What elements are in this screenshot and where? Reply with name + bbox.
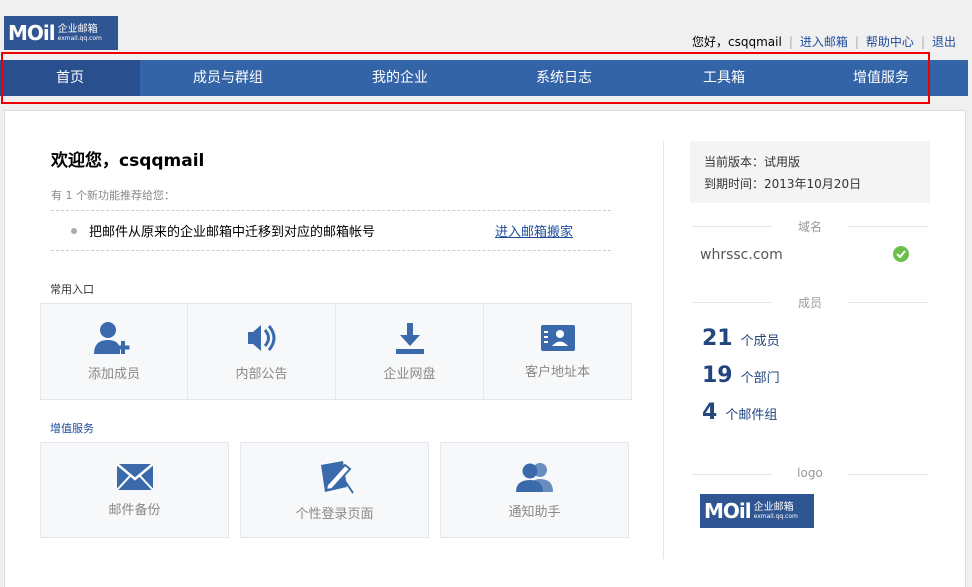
netdisk-tile[interactable]: 企业网盘 <box>336 303 484 400</box>
contact-card-icon <box>540 325 575 351</box>
department-count[interactable]: 19 个部门 <box>702 363 780 388</box>
nav-system-log[interactable]: 系统日志 <box>484 60 644 96</box>
stat-unit: 个邮件组 <box>725 408 778 423</box>
greeting: 您好，csqqmail <box>692 35 782 49</box>
check-icon <box>893 246 909 262</box>
welcome-title: 欢迎您，csqqmail <box>51 151 205 171</box>
stat-number: 19 <box>702 363 733 388</box>
enter-mailbox-link[interactable]: 进入邮箱 <box>800 33 848 50</box>
tile-label: 内部公告 <box>235 367 288 382</box>
edit-page-icon <box>320 460 354 494</box>
version-info: 当前版本：试用版 到期时间：2013年10月20日 <box>690 141 930 203</box>
value-tiles: 邮件备份 个性登录页面 通知助手 <box>40 442 629 538</box>
divider: | <box>920 34 925 49</box>
value-services-title: 增值服务 <box>50 422 94 435</box>
mailbox-move-link[interactable]: 进入邮箱搬家 <box>495 221 573 240</box>
notify-assistant-tile[interactable]: 通知助手 <box>440 442 629 538</box>
exmail-logo[interactable]: MOil 企业邮箱 exmail.qq.com <box>4 16 118 50</box>
download-icon <box>395 323 424 354</box>
stat-unit: 个部门 <box>740 371 780 386</box>
nav-value-added[interactable]: 增值服务 <box>804 60 958 96</box>
logo-cn-text: 企业邮箱 <box>753 501 794 513</box>
logout-link[interactable]: 退出 <box>932 33 956 50</box>
custom-login-tile[interactable]: 个性登录页面 <box>240 442 429 538</box>
divider: | <box>788 34 793 49</box>
top-links: 您好，csqqmail | 进入邮箱 | 帮助中心 | 退出 <box>692 33 956 50</box>
tile-label: 邮件备份 <box>108 502 161 518</box>
tile-label: 企业网盘 <box>383 367 436 382</box>
announcement-tile[interactable]: 内部公告 <box>188 303 336 400</box>
feature-text: 把邮件从原来的企业邮箱中迁移到对应的邮箱帐号 <box>89 225 376 240</box>
top-header: MOil 企业邮箱 exmail.qq.com 您好，csqqmail | 进入… <box>0 0 972 58</box>
logo-domain-text: exmail.qq.com <box>57 34 102 42</box>
member-heading: 成员 <box>690 294 930 311</box>
feature-row: 把邮件从原来的企业邮箱中迁移到对应的邮箱帐号 进入邮箱搬家 <box>51 210 611 251</box>
users-icon <box>515 462 553 492</box>
enterprise-logo[interactable]: MOil 企业邮箱 exmail.qq.com <box>700 494 814 528</box>
stat-number: 4 <box>702 400 718 425</box>
nav-members-groups[interactable]: 成员与群组 <box>140 60 316 96</box>
logo-subtitle: 企业邮箱 exmail.qq.com <box>58 24 102 43</box>
add-user-icon <box>94 322 130 354</box>
mail-backup-tile[interactable]: 邮件备份 <box>40 442 229 538</box>
common-entries-title: 常用入口 <box>50 283 94 296</box>
speaker-icon <box>247 325 275 351</box>
add-member-tile[interactable]: 添加成员 <box>40 303 188 400</box>
divider: | <box>854 34 859 49</box>
tile-label: 个性登录页面 <box>295 506 374 522</box>
tile-label: 通知助手 <box>508 504 561 520</box>
envelope-icon <box>115 462 154 491</box>
tile-label: 客户地址本 <box>524 365 590 380</box>
mail-group-count[interactable]: 4 个邮件组 <box>702 400 777 425</box>
expiry-line: 到期时间：2013年10月20日 <box>704 177 862 191</box>
logo-domain-text: exmail.qq.com <box>753 512 798 520</box>
main-nav: 首页 成员与群组 我的企业 系统日志 工具箱 增值服务 <box>0 60 968 96</box>
help-center-link[interactable]: 帮助中心 <box>866 33 914 50</box>
address-book-tile[interactable]: 客户地址本 <box>484 303 632 400</box>
logo-wordmark: MOil <box>8 21 56 45</box>
member-count[interactable]: 21 个成员 <box>702 326 780 351</box>
nav-toolbox[interactable]: 工具箱 <box>644 60 804 96</box>
stat-number: 21 <box>702 326 733 351</box>
new-feature-notice: 有 1 个新功能推荐给您： <box>51 189 175 202</box>
domain-heading: 域名 <box>690 218 930 235</box>
logo-heading: logo <box>690 466 930 480</box>
logo-wordmark: MOil <box>704 499 752 523</box>
content-panel: 欢迎您，csqqmail 有 1 个新功能推荐给您： 把邮件从原来的企业邮箱中迁… <box>4 110 966 587</box>
bullet-dot <box>71 227 77 234</box>
common-tiles: 添加成员 内部公告 企业网盘 客户地址本 <box>40 303 632 400</box>
column-divider <box>663 141 664 559</box>
tile-label: 添加成员 <box>87 367 140 382</box>
nav-home[interactable]: 首页 <box>0 60 140 96</box>
stat-unit: 个成员 <box>740 334 780 349</box>
domain-value: whrssc.com <box>700 247 783 263</box>
nav-my-enterprise[interactable]: 我的企业 <box>316 60 484 96</box>
version-line: 当前版本：试用版 <box>704 155 801 169</box>
logo-cn-text: 企业邮箱 <box>57 23 98 35</box>
logo-subtitle: 企业邮箱 exmail.qq.com <box>754 502 798 521</box>
